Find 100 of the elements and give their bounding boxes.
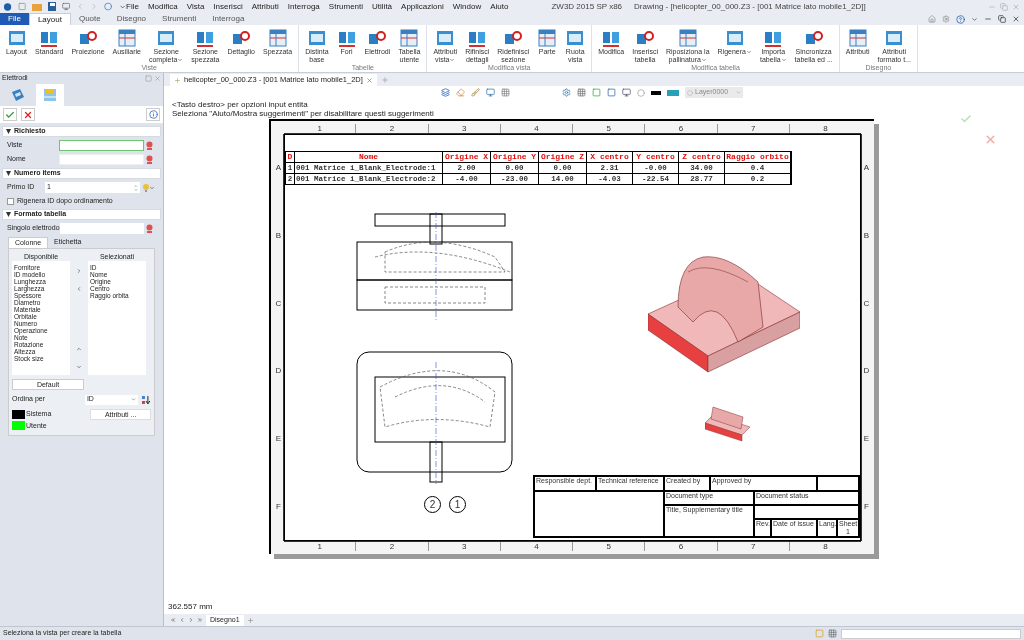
move-up-icon[interactable] bbox=[76, 345, 82, 352]
spin-down-icon[interactable] bbox=[134, 187, 138, 192]
ribbon-tab[interactable]: Layout bbox=[28, 13, 71, 25]
collapse-icon[interactable] bbox=[6, 129, 11, 134]
column-number: 3 bbox=[461, 124, 467, 133]
layers-icon[interactable] bbox=[441, 88, 450, 97]
grid-icon[interactable] bbox=[577, 88, 586, 97]
new-file-icon[interactable] bbox=[18, 2, 27, 11]
panel-icon bbox=[6, 28, 27, 48]
input-field[interactable] bbox=[60, 223, 144, 234]
menu-item[interactable]: Utilità bbox=[372, 0, 393, 13]
row-letter: A bbox=[863, 162, 870, 173]
ribbon-tab[interactable]: Disegno bbox=[108, 13, 155, 25]
checkbox[interactable] bbox=[7, 197, 14, 205]
file-tab[interactable]: File bbox=[0, 13, 29, 25]
monitor-icon[interactable] bbox=[622, 88, 631, 97]
menu-item[interactable]: Applicazioni bbox=[401, 0, 444, 13]
table-icon bbox=[116, 28, 137, 48]
table-header: Origine X bbox=[443, 152, 491, 162]
add-sheet-icon[interactable] bbox=[246, 616, 254, 624]
light-bulb-icon[interactable] bbox=[143, 183, 149, 192]
circle-icon bbox=[687, 89, 693, 96]
settings-icon[interactable] bbox=[562, 88, 571, 97]
menu-item[interactable]: Window bbox=[452, 0, 482, 13]
next-sheet-icon[interactable] bbox=[188, 617, 194, 623]
column-number: 4 bbox=[534, 124, 539, 133]
folder-icon[interactable] bbox=[32, 2, 42, 11]
menu-item[interactable]: Attributi bbox=[251, 0, 279, 13]
color-swatch[interactable] bbox=[12, 409, 25, 419]
caret-icon[interactable] bbox=[971, 15, 978, 23]
panel-icon bbox=[435, 28, 456, 48]
column-number: 8 bbox=[823, 124, 828, 133]
info-icon bbox=[148, 110, 158, 119]
menu-item[interactable]: File bbox=[126, 0, 139, 13]
table-header: Origine Z bbox=[539, 152, 587, 162]
table-icon bbox=[537, 28, 558, 48]
move-down-icon[interactable] bbox=[76, 363, 82, 370]
table-icon bbox=[847, 28, 868, 48]
previous-sheet-icon[interactable] bbox=[179, 617, 185, 623]
new-tab-icon[interactable] bbox=[380, 76, 389, 84]
column-number: 8 bbox=[823, 542, 828, 551]
caret-icon[interactable] bbox=[118, 2, 126, 11]
sort-icon[interactable] bbox=[141, 394, 151, 405]
layout-icon[interactable] bbox=[815, 629, 824, 638]
close-icon bbox=[23, 109, 33, 120]
close-icon[interactable] bbox=[365, 76, 373, 84]
home-icon[interactable] bbox=[928, 15, 936, 23]
menu-item[interactable]: Modifica bbox=[147, 0, 178, 13]
last-sheet-icon[interactable] bbox=[197, 617, 203, 623]
ribbon-tab[interactable]: Quote bbox=[70, 13, 109, 25]
line-style-icon[interactable] bbox=[651, 90, 661, 95]
cancel-button[interactable] bbox=[21, 108, 35, 121]
restore-icon[interactable] bbox=[1000, 2, 1008, 11]
row-letter: E bbox=[863, 434, 870, 445]
column-number: 1 bbox=[317, 124, 322, 133]
menu-item[interactable]: Vista bbox=[186, 0, 205, 13]
app-title: ZW3D 2015 SP x86 bbox=[551, 0, 623, 13]
table-header: Raggio orbito bbox=[725, 152, 791, 162]
circle-icon[interactable] bbox=[637, 88, 645, 97]
grid-icon[interactable] bbox=[828, 629, 837, 638]
electrode-drawing bbox=[705, 405, 752, 442]
move-right-icon[interactable] bbox=[76, 267, 82, 274]
grid-icon[interactable] bbox=[501, 88, 510, 97]
info-button[interactable] bbox=[146, 108, 160, 121]
table-icon bbox=[267, 28, 288, 48]
eraser-icon[interactable] bbox=[456, 88, 465, 97]
row-letter: D bbox=[275, 366, 282, 377]
panel-icon bbox=[156, 28, 177, 48]
ok-button[interactable] bbox=[3, 108, 17, 121]
confirm-icon[interactable] bbox=[960, 113, 972, 125]
settings-icon[interactable] bbox=[942, 15, 950, 23]
row-letter: D bbox=[863, 366, 870, 377]
menu-item[interactable]: Interroga bbox=[287, 0, 320, 13]
collapse-icon[interactable] bbox=[6, 171, 11, 176]
menu-item[interactable]: Aiuto bbox=[490, 0, 509, 13]
cancel-icon[interactable] bbox=[984, 133, 997, 146]
save-icon[interactable] bbox=[47, 2, 56, 11]
input-field[interactable] bbox=[59, 140, 144, 151]
ribbon-tab[interactable]: Interroga bbox=[204, 13, 253, 25]
color-icon[interactable] bbox=[667, 89, 679, 96]
close-icon[interactable] bbox=[1012, 15, 1020, 23]
menu-item[interactable]: Strumenti bbox=[328, 0, 364, 13]
menu-item[interactable]: Inserisci bbox=[213, 0, 243, 13]
collapse-icon[interactable] bbox=[6, 212, 11, 217]
monitor-icon[interactable] bbox=[486, 88, 495, 97]
first-sheet-icon[interactable] bbox=[170, 617, 176, 623]
caret-icon bbox=[131, 397, 137, 402]
refresh-icon[interactable] bbox=[104, 2, 113, 11]
command-field[interactable] bbox=[841, 628, 1021, 639]
panel-icon bbox=[884, 28, 905, 48]
brush-icon[interactable] bbox=[471, 88, 480, 97]
restore-icon[interactable] bbox=[998, 15, 1006, 23]
check-icon bbox=[5, 109, 15, 120]
caret-icon[interactable] bbox=[149, 184, 155, 191]
help-icon[interactable] bbox=[956, 14, 965, 24]
ribbon-tab[interactable]: Strumenti bbox=[154, 13, 205, 25]
color-swatch[interactable] bbox=[12, 421, 25, 431]
table-header: Y centro bbox=[633, 152, 679, 162]
move-left-icon[interactable] bbox=[76, 285, 82, 292]
table-header: Z centro bbox=[679, 152, 725, 162]
